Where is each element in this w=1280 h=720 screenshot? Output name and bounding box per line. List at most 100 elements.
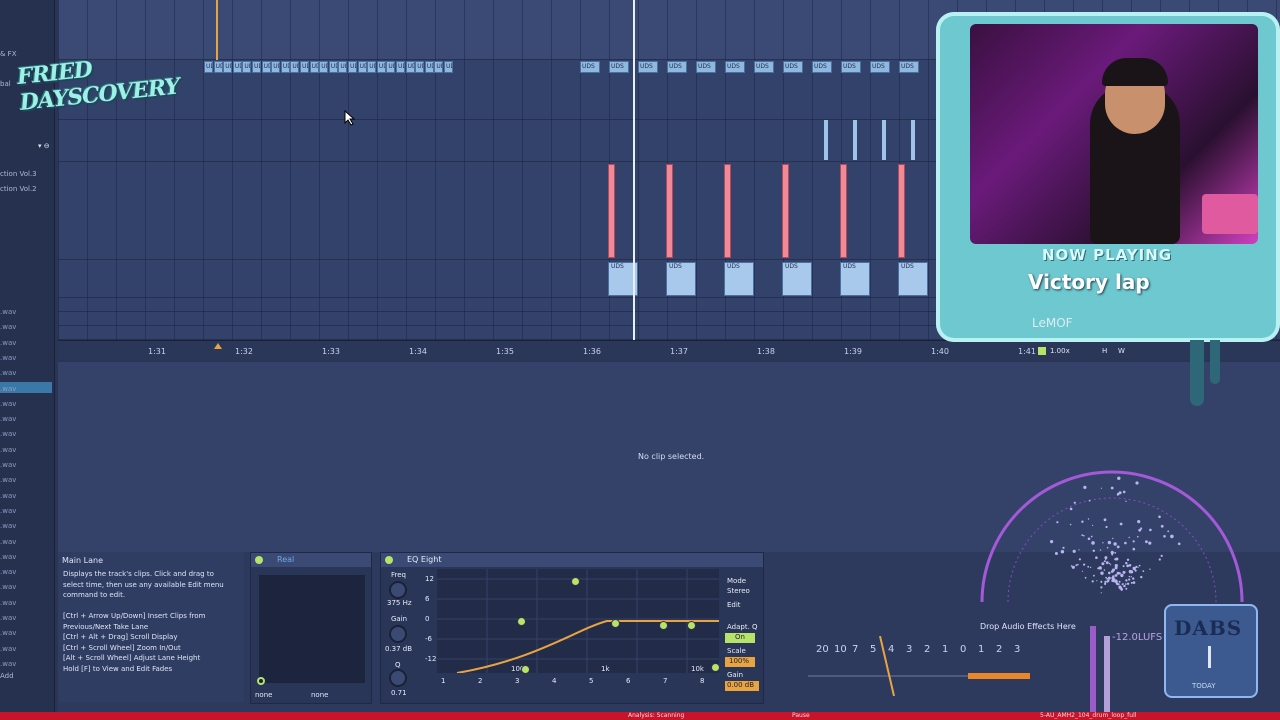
browser-file[interactable]: .wav xyxy=(0,507,16,515)
browser-file[interactable]: .wav xyxy=(0,553,16,561)
eq-band-selector[interactable]: 1 xyxy=(441,677,471,685)
audio-clip[interactable]: UDS xyxy=(870,61,890,73)
audio-clip[interactable]: UDS xyxy=(348,61,357,73)
audio-clip[interactable]: UDS xyxy=(580,61,600,73)
device-dropdown[interactable]: none xyxy=(311,691,328,699)
browser-category[interactable]: bal xyxy=(0,80,11,88)
mode-select[interactable]: Stereo xyxy=(727,587,750,595)
audio-clip[interactable]: UDS xyxy=(261,61,271,73)
midi-clip[interactable] xyxy=(898,164,905,258)
audio-clip[interactable]: UDS xyxy=(434,61,444,73)
audio-clip[interactable]: UDS xyxy=(280,61,290,73)
audio-clip[interactable]: UDS xyxy=(232,61,242,73)
browser-file[interactable]: .wav xyxy=(0,599,16,607)
audio-clip[interactable]: UDS xyxy=(424,61,434,73)
eq-band-selector[interactable]: 7 xyxy=(663,677,693,685)
audio-clip[interactable]: UDS xyxy=(357,61,367,73)
eq-band-selector[interactable]: 4 xyxy=(552,677,582,685)
eq-band-selector[interactable]: 3 xyxy=(515,677,545,685)
device-header[interactable]: Real xyxy=(251,553,371,567)
loop-start-marker[interactable] xyxy=(214,343,222,349)
browser-file[interactable]: .wav xyxy=(0,476,16,484)
audio-clip[interactable]: UDS xyxy=(696,61,716,73)
eq-band-node[interactable] xyxy=(687,621,696,630)
browser-file[interactable]: .wav xyxy=(0,583,16,591)
gain-value[interactable]: 0.37 dB xyxy=(385,645,412,653)
browser-file[interactable]: .wav xyxy=(0,323,16,331)
browser-file[interactable]: .wav xyxy=(0,492,16,500)
browser-file[interactable]: .wav xyxy=(0,308,16,316)
audio-clip[interactable]: UDS xyxy=(444,61,453,73)
audio-clip[interactable]: UDS xyxy=(898,262,928,296)
device-power-icon[interactable] xyxy=(385,556,393,564)
browser-file[interactable]: .wav xyxy=(0,430,16,438)
device-header[interactable]: EQ Eight xyxy=(381,553,763,567)
audio-clip[interactable]: UDS xyxy=(386,61,396,73)
browser-file[interactable]: .wav xyxy=(0,522,16,530)
q-value[interactable]: 0.71 xyxy=(391,689,407,697)
browser-file[interactable]: .wav xyxy=(0,629,16,637)
browser-file[interactable]: .wav xyxy=(0,614,16,622)
eq-band-node[interactable] xyxy=(571,577,580,586)
eq-band-selector[interactable]: 6 xyxy=(626,677,656,685)
browser-file[interactable]: .wav xyxy=(0,446,16,454)
browser-file[interactable]: .wav xyxy=(0,415,16,423)
audio-clip[interactable] xyxy=(853,120,857,160)
device-power-icon[interactable] xyxy=(255,556,263,564)
eq-band-node[interactable] xyxy=(711,663,720,672)
audio-clip[interactable]: UDS xyxy=(754,61,774,73)
audio-clip[interactable]: UDS xyxy=(290,61,300,73)
drop-effects-hint[interactable]: Drop Audio Effects Here xyxy=(980,622,1076,631)
audio-clip[interactable]: UDS xyxy=(638,61,658,73)
playhead[interactable] xyxy=(633,0,635,340)
audio-clip[interactable]: UDS xyxy=(252,61,261,73)
eq-band-selector[interactable]: 2 xyxy=(478,677,508,685)
scale-value[interactable]: 100% xyxy=(725,657,755,667)
browser-file[interactable]: .wav xyxy=(0,369,16,377)
q-knob[interactable] xyxy=(389,669,407,687)
audio-clip[interactable]: UDS xyxy=(242,61,252,73)
audio-clip[interactable]: UDS xyxy=(367,61,377,73)
audio-clip[interactable]: UDS xyxy=(309,61,319,73)
browser-folder[interactable]: ction Vol.2 xyxy=(0,185,37,193)
gain-knob[interactable] xyxy=(389,625,407,643)
audio-clip[interactable] xyxy=(911,120,915,160)
midi-clip[interactable] xyxy=(840,164,847,258)
freq-value[interactable]: 375 Hz xyxy=(387,599,412,607)
eq-band-node[interactable] xyxy=(517,617,526,626)
eq-band-selector[interactable]: 8 xyxy=(700,677,730,685)
browser-file[interactable]: .wav xyxy=(0,645,16,653)
browser-file[interactable]: .wav xyxy=(0,660,16,668)
audio-clip[interactable]: UDS xyxy=(841,61,861,73)
audio-clip[interactable]: UDS xyxy=(782,262,812,296)
midi-clip[interactable] xyxy=(724,164,731,258)
eq-band-selector[interactable]: 5 xyxy=(589,677,619,685)
audio-clip[interactable]: UDS xyxy=(376,61,386,73)
midi-clip[interactable] xyxy=(608,164,615,258)
eq-band-node[interactable] xyxy=(659,621,668,630)
midi-clip[interactable] xyxy=(782,164,789,258)
audio-clip[interactable]: UDS xyxy=(319,61,329,73)
browser-menu-icon[interactable]: ▾ ⊖ xyxy=(38,142,50,150)
loop-marker[interactable] xyxy=(216,0,218,60)
audio-clip[interactable]: UDS xyxy=(300,61,309,73)
audio-clip[interactable]: UDS xyxy=(405,61,415,73)
browser-file[interactable]: .wav xyxy=(0,568,16,576)
output-gain-value[interactable]: 0.00 dB xyxy=(725,681,759,691)
audio-clip[interactable]: UDS xyxy=(223,61,233,73)
audio-clip[interactable]: UDS xyxy=(338,61,348,73)
browser-file[interactable]: .wav xyxy=(0,339,16,347)
device-toggle-icon[interactable] xyxy=(257,677,265,685)
browser-add-button[interactable]: Add xyxy=(0,672,14,680)
eq-eight-device[interactable]: EQ Eight Freq 375 Hz Gain 0.37 dB Q 0.71 xyxy=(380,552,764,704)
audio-clip[interactable]: UDS xyxy=(666,262,696,296)
audio-clip[interactable]: UDS xyxy=(609,61,629,73)
device-dropdown[interactable]: none xyxy=(255,691,272,699)
audio-clip[interactable]: UDS xyxy=(840,262,870,296)
pause-button[interactable]: Pause xyxy=(792,712,810,719)
browser-file[interactable]: .wav xyxy=(0,400,16,408)
browser-file[interactable]: .wav xyxy=(0,461,16,469)
audio-clip[interactable] xyxy=(882,120,886,160)
eq-band-node[interactable] xyxy=(611,619,620,628)
audio-clip[interactable]: UDS xyxy=(667,61,687,73)
